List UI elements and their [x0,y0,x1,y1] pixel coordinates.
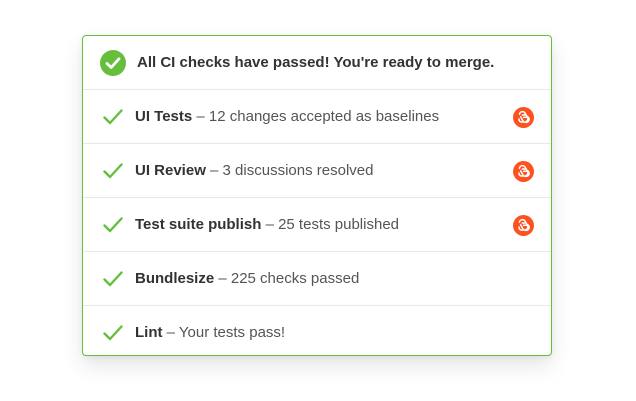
check-detail: – 3 discussions resolved [205,162,374,179]
ci-status-message: All CI checks have passed! You're ready … [137,54,495,71]
check-row-text: Test suite publish – 25 tests published [135,198,399,252]
check-detail: – Your tests pass! [162,324,286,341]
chromatic-icon[interactable] [513,215,534,236]
check-name: Test suite publish [135,216,262,233]
check-circle-icon [100,50,126,76]
check-icon [103,163,123,179]
check-name: Bundlesize [135,270,215,287]
check-row-text: UI Tests – 12 changes accepted as baseli… [135,90,439,144]
check-name: UI Tests [135,108,193,125]
check-row-text: UI Review – 3 discussions resolved [135,144,373,198]
check-icon [103,325,123,341]
check-detail: – 225 checks passed [214,270,360,287]
check-icon [103,217,123,233]
chromatic-icon[interactable] [513,107,534,128]
ci-status-header: All CI checks have passed! You're ready … [83,36,551,90]
check-detail: – 25 tests published [261,216,399,233]
check-icon [103,109,123,125]
chromatic-icon[interactable] [513,161,534,182]
ci-checks-card: All CI checks have passed! You're ready … [82,35,552,356]
check-row-bundlesize[interactable]: Bundlesize – 225 checks passed [83,252,551,306]
check-row-ui-review[interactable]: UI Review – 3 discussions resolved [83,144,551,198]
check-row-text: Lint – Your tests pass! [135,306,286,355]
check-detail: – 12 changes accepted as baselines [192,108,440,125]
check-row-test-suite-publish[interactable]: Test suite publish – 25 tests published [83,198,551,252]
check-name: Lint [135,324,163,341]
check-row-text: Bundlesize – 225 checks passed [135,252,359,306]
check-name: UI Review [135,162,206,179]
check-icon [103,271,123,287]
check-row-lint[interactable]: Lint – Your tests pass! [83,306,551,355]
check-row-ui-tests[interactable]: UI Tests – 12 changes accepted as baseli… [83,90,551,144]
